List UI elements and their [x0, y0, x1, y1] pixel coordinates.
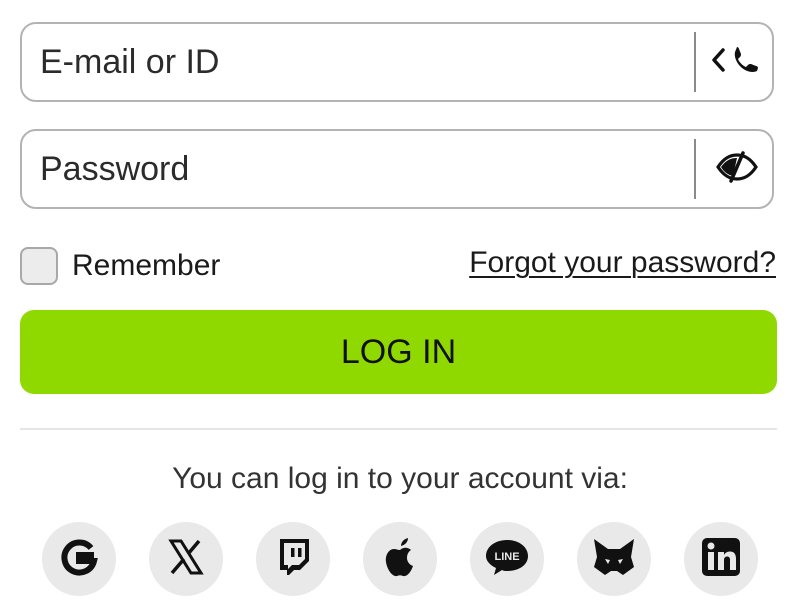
svg-text:LINE: LINE	[494, 551, 519, 563]
password-input[interactable]	[40, 131, 680, 207]
email-input[interactable]	[40, 24, 680, 100]
metamask-icon	[591, 537, 637, 582]
twitch-icon	[273, 536, 313, 583]
toggle-password-visibility-button[interactable]	[702, 131, 772, 207]
login-button[interactable]: LOG IN	[20, 310, 777, 394]
linkedin-icon	[700, 536, 742, 583]
twitch-login-button[interactable]	[256, 522, 330, 596]
x-icon	[166, 537, 206, 582]
apple-icon	[380, 535, 420, 584]
remember-checkbox[interactable]	[20, 247, 58, 285]
field-divider	[694, 139, 696, 199]
x-login-button[interactable]	[149, 522, 223, 596]
forgot-password-link[interactable]: Forgot your password?	[469, 246, 776, 282]
email-field[interactable]	[20, 22, 774, 102]
metamask-login-button[interactable]	[577, 522, 651, 596]
line-icon: LINE	[484, 536, 530, 583]
social-login-buttons: LINE	[42, 522, 762, 600]
linkedin-login-button[interactable]	[684, 522, 758, 596]
google-icon	[57, 535, 101, 584]
separator	[20, 428, 777, 430]
apple-login-button[interactable]	[363, 522, 437, 596]
eye-off-icon	[715, 149, 759, 190]
login-panel: Remember Forgot your password? LOG IN Yo…	[0, 0, 800, 600]
social-login-prompt: You can log in to your account via:	[172, 462, 628, 495]
phone-switch-icon	[709, 42, 765, 83]
line-login-button[interactable]: LINE	[470, 522, 544, 596]
phone-switch-button[interactable]	[702, 24, 772, 100]
field-divider	[694, 32, 696, 92]
remember-label: Remember	[72, 249, 221, 282]
remember-checkbox-row[interactable]: Remember	[20, 246, 220, 286]
password-field[interactable]	[20, 129, 774, 209]
google-login-button[interactable]	[42, 522, 116, 596]
